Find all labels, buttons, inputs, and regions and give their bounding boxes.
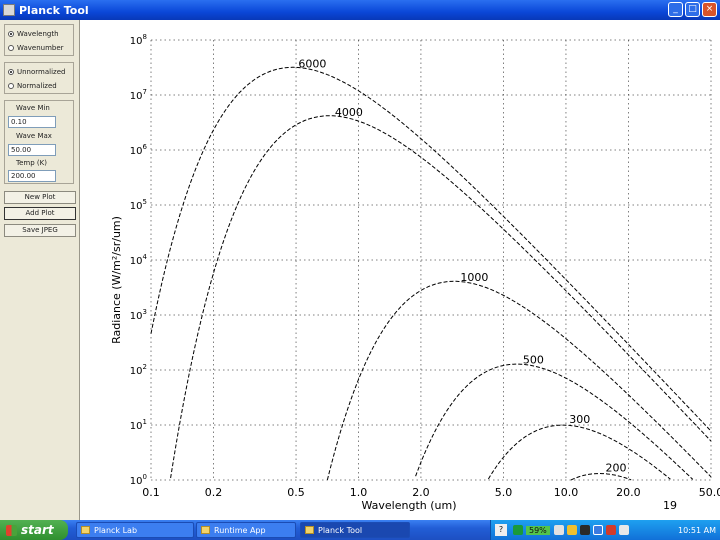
task-label: Runtime App — [214, 525, 266, 535]
task-label: Planck Tool — [318, 525, 363, 535]
y-tick-label: 105 — [130, 198, 147, 212]
x-tick-label: 20.0 — [616, 486, 641, 499]
title-bar: Planck Tool _ □ × — [0, 0, 720, 20]
curve-label-200: 200 — [605, 462, 626, 475]
app-icon — [3, 4, 15, 16]
new-plot-button[interactable]: New Plot — [4, 191, 76, 204]
curve-label-6000: 6000 — [298, 58, 326, 71]
x-tick-labels: 0.1 0.2 0.5 1.0 2.0 5.0 10.0 20.0 50.0 — [142, 486, 720, 499]
network-icon[interactable] — [513, 525, 523, 535]
wave-max-input[interactable]: 50.00 — [8, 144, 56, 156]
x-tick-label: 10.0 — [554, 486, 579, 499]
battery-indicator[interactable]: 59% — [526, 525, 550, 535]
curve-label-1000: 1000 — [460, 271, 488, 284]
windows-flag-icon — [6, 524, 17, 536]
help-icon[interactable]: ? — [495, 524, 507, 536]
x-tick-label: 1.0 — [350, 486, 368, 499]
wave-max-label: Wave Max — [16, 132, 52, 140]
radio-unnormalized-label: Unnormalized — [17, 68, 66, 76]
radio-normalized[interactable]: Normalized — [5, 79, 57, 93]
x-axis-label: Wavelength (um) — [361, 499, 456, 512]
task-planck-tool[interactable]: Planck Tool — [300, 522, 410, 538]
radio-wavenumber-indicator[interactable] — [8, 45, 14, 51]
taskbar: start Planck Lab Runtime App Planck Tool… — [0, 520, 720, 540]
minimize-button[interactable]: _ — [668, 2, 683, 17]
temp-label: Temp (K) — [16, 159, 47, 167]
plot-area: 6000 4000 1000 500 300 200 100 101 102 103 104 105… — [81, 20, 720, 520]
y-tick-label: 102 — [130, 363, 147, 377]
curve-300 — [487, 424, 671, 480]
tray-icon-1[interactable] — [553, 525, 564, 535]
series-labels: 6000 4000 1000 500 300 200 — [298, 58, 626, 475]
temp-input[interactable]: 200.00 — [8, 170, 56, 182]
radio-wavenumber-label: Wavenumber — [17, 44, 64, 52]
radio-wavelength-indicator[interactable] — [8, 31, 14, 37]
grid-lines — [150, 39, 712, 481]
curve-label-500: 500 — [523, 354, 544, 367]
radio-normalized-label: Normalized — [17, 82, 57, 90]
tray-icon-5[interactable] — [605, 525, 616, 535]
curve-label-300: 300 — [569, 413, 590, 426]
tray-icon-6[interactable] — [618, 525, 629, 535]
y-tick-label: 101 — [130, 418, 147, 432]
y-tick-labels: 100 101 102 103 104 105 106 107 108 — [130, 33, 148, 487]
system-tray: ? 59% 10:51 AM — [490, 520, 720, 540]
x-tick-label: 2.0 — [412, 486, 430, 499]
task-planck-lab[interactable]: Planck Lab — [76, 522, 194, 538]
tray-icon-4[interactable] — [592, 525, 603, 535]
radio-normalized-indicator[interactable] — [8, 83, 14, 89]
app-window-icon — [305, 526, 314, 534]
tray-icon-2[interactable] — [566, 525, 577, 535]
save-jpeg-button[interactable]: Save JPEG — [4, 224, 76, 237]
y-tick-label: 108 — [130, 33, 147, 47]
y-tick-label: 107 — [130, 88, 147, 102]
x-tick-label: 0.1 — [142, 486, 160, 499]
radio-wavenumber[interactable]: Wavenumber — [5, 41, 64, 55]
window-controls: _ □ × — [668, 2, 717, 17]
start-button[interactable]: start — [0, 520, 68, 540]
y-tick-label: 106 — [130, 143, 148, 157]
clock: 10:51 AM — [678, 525, 716, 535]
folder-icon — [81, 526, 90, 534]
page-number: 19 — [663, 499, 677, 512]
planck-chart: 6000 4000 1000 500 300 200 100 101 102 103 104 105… — [110, 33, 720, 512]
curve-4000 — [170, 115, 712, 479]
curves — [150, 66, 712, 481]
tray-icon-3[interactable] — [579, 525, 590, 535]
close-button[interactable]: × — [702, 2, 717, 17]
mode-group: Wavelength Wavenumber — [4, 24, 74, 56]
y-tick-label: 103 — [130, 308, 147, 322]
curve-label-4000: 4000 — [335, 106, 363, 119]
app-window-icon — [201, 526, 210, 534]
x-tick-label: 0.2 — [205, 486, 223, 499]
task-label: Planck Lab — [94, 525, 138, 535]
start-label: start — [21, 523, 54, 537]
radio-wavelength-label: Wavelength — [17, 30, 59, 38]
x-tick-label: 50.0 — [699, 486, 720, 499]
wave-min-input[interactable]: 0.10 — [8, 116, 56, 128]
x-tick-label: 5.0 — [495, 486, 513, 499]
control-panel: Wavelength Wavenumber Unnormalized Norma… — [0, 20, 80, 520]
task-runtime-app[interactable]: Runtime App — [196, 522, 296, 538]
wave-min-label: Wave Min — [16, 104, 50, 112]
x-tick-label: 0.5 — [287, 486, 305, 499]
curve-6000 — [150, 66, 712, 432]
y-axis-label: Radiance (W/m²/sr/um) — [110, 216, 123, 344]
curve-500 — [415, 363, 694, 480]
normalization-group: Unnormalized Normalized — [4, 62, 74, 94]
radio-wavelength[interactable]: Wavelength — [5, 27, 59, 41]
window-title: Planck Tool — [19, 3, 89, 17]
y-tick-label: 104 — [130, 253, 148, 267]
y-tick-label: 100 — [130, 473, 147, 487]
radio-unnormalized[interactable]: Unnormalized — [5, 65, 65, 79]
maximize-button[interactable]: □ — [685, 2, 700, 17]
add-plot-button[interactable]: Add Plot — [4, 207, 76, 220]
radio-unnormalized-indicator[interactable] — [8, 69, 14, 75]
